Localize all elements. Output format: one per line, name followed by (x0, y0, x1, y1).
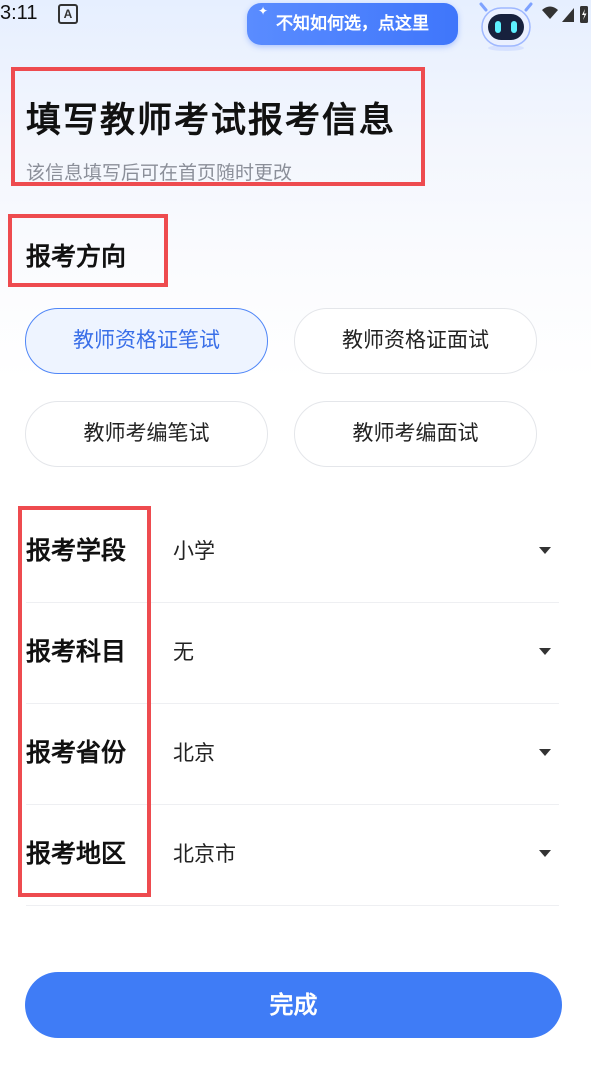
dropdown-caret-icon[interactable] (539, 648, 551, 655)
option-teacher-cert-interview[interactable]: 教师资格证面试 (294, 308, 537, 374)
dropdown-caret-icon[interactable] (539, 749, 551, 756)
direction-section-title: 报考方向 (26, 242, 127, 271)
page-title: 填写教师考试报考信息 (26, 101, 397, 141)
stage-value[interactable]: 小学 (173, 501, 215, 601)
option-teacher-recruit-written[interactable]: 教师考编笔试 (25, 401, 268, 467)
province-value[interactable]: 北京 (173, 703, 215, 803)
robot-assistant-icon[interactable] (477, 2, 535, 52)
status-time: 3:11 (0, 2, 38, 24)
option-teacher-recruit-interview[interactable]: 教师考编面试 (294, 401, 537, 467)
keyboard-indicator-icon: A (58, 4, 78, 24)
assistant-tip-bubble[interactable]: 不知如何选，点这里 (247, 3, 458, 45)
labels-highlight-box (18, 506, 151, 897)
page-subtitle: 该信息填写后可在首页随时更改 (26, 162, 293, 184)
option-teacher-cert-written[interactable]: 教师资格证笔试 (25, 308, 268, 374)
subject-value[interactable]: 无 (173, 602, 194, 702)
dropdown-caret-icon[interactable] (539, 547, 551, 554)
dropdown-caret-icon[interactable] (539, 850, 551, 857)
region-value[interactable]: 北京市 (173, 804, 236, 904)
sparkle-icon: ✦ (258, 4, 269, 18)
signal-battery-icons (540, 4, 590, 30)
complete-button[interactable]: 完成 (25, 972, 562, 1038)
